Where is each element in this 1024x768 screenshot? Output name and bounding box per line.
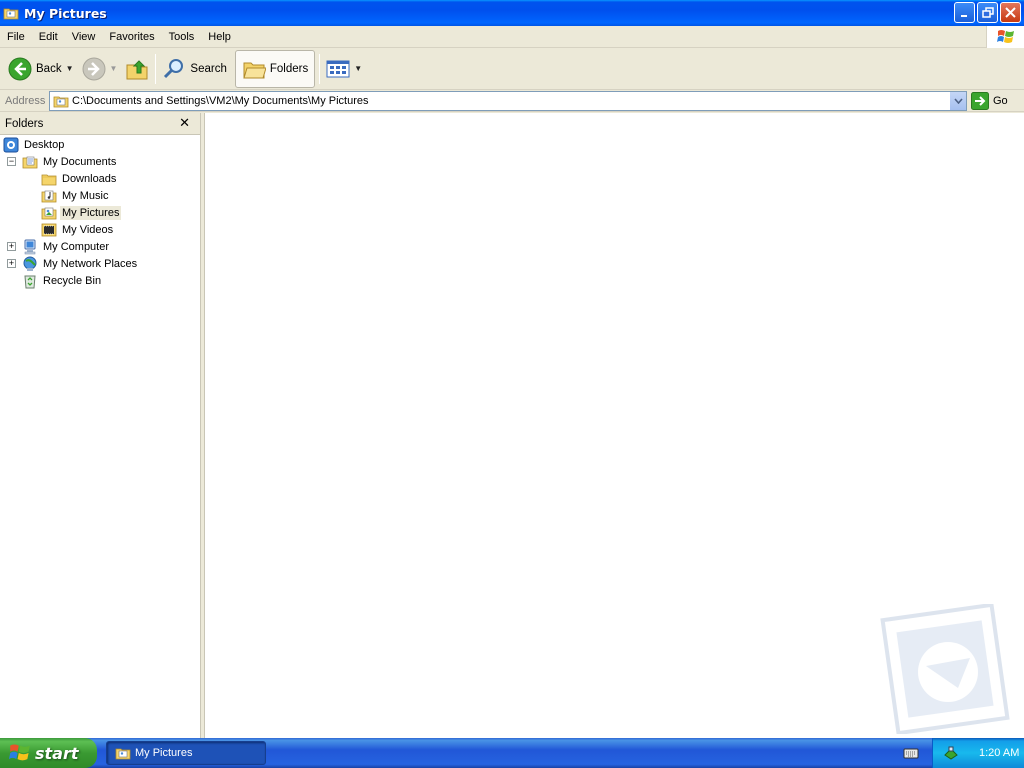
menu-tools[interactable]: Tools — [162, 31, 202, 43]
tree-item-my-network-places[interactable]: My Network Places — [22, 255, 139, 272]
tree-item-label: My Pictures — [60, 205, 122, 220]
pictures-watermark-icon — [880, 604, 1010, 734]
expand-toggle[interactable]: + — [7, 242, 16, 251]
network-icon — [23, 256, 37, 271]
close-icon — [1005, 7, 1016, 18]
taskbar: start My Pictures 1:20 AM — [0, 738, 1024, 768]
folders-pane: Folders ✕ Desktop − My Documents Downloa… — [0, 113, 201, 738]
tree-item-recycle-bin[interactable]: Recycle Bin — [22, 272, 103, 289]
pictures-folder-icon — [115, 748, 131, 760]
address-value: C:\Documents and Settings\VM2\My Documen… — [72, 95, 369, 107]
close-button[interactable] — [1000, 2, 1021, 23]
go-button[interactable]: Go — [971, 91, 1008, 111]
file-list-pane[interactable] — [204, 113, 1024, 738]
videos-folder-icon — [41, 223, 57, 236]
tree-item-label: Recycle Bin — [43, 274, 102, 287]
go-label: Go — [993, 95, 1008, 107]
tree-item-label: Downloads — [62, 172, 117, 185]
tree-item-downloads[interactable]: Downloads — [41, 170, 118, 187]
tree-item-label: My Computer — [43, 240, 110, 253]
tree-item-my-videos[interactable]: My Videos — [41, 221, 115, 238]
tree-item-label: My Network Places — [43, 257, 138, 270]
folders-pane-title: Folders — [5, 117, 44, 130]
minimize-icon — [960, 14, 967, 17]
computer-icon — [24, 239, 36, 254]
title-bar[interactable]: My Pictures — [0, 0, 1024, 26]
tree-item-label: My Music — [62, 189, 109, 202]
standard-toolbar: Back ▼ ▼ Search Folders ▼ — [0, 48, 1024, 90]
windows-flag-icon — [9, 744, 30, 761]
tree-item-my-computer[interactable]: My Computer — [22, 238, 111, 255]
address-input[interactable]: C:\Documents and Settings\VM2\My Documen… — [49, 91, 967, 111]
menu-favorites[interactable]: Favorites — [102, 31, 161, 43]
views-icon — [326, 60, 350, 77]
go-arrow-icon — [971, 92, 989, 110]
menu-file[interactable]: File — [0, 31, 32, 43]
toolbar-separator — [319, 53, 321, 84]
system-tray: 1:20 AM — [932, 738, 1024, 768]
tree-item-my-music[interactable]: My Music — [41, 187, 110, 204]
address-dropdown-button[interactable] — [949, 92, 966, 110]
my-documents-icon — [22, 156, 38, 168]
expand-toggle[interactable]: + — [7, 259, 16, 268]
toolbar-separator — [155, 53, 157, 84]
tree-item-label: My Documents — [43, 155, 117, 168]
start-button[interactable]: start — [0, 738, 97, 768]
menu-bar: File Edit View Favorites Tools Help — [0, 26, 1024, 48]
restore-button[interactable] — [977, 2, 998, 23]
menu-view[interactable]: View — [65, 31, 103, 43]
pictures-folder-icon — [41, 207, 57, 219]
network-status-icon[interactable] — [943, 745, 959, 761]
search-icon — [164, 58, 184, 78]
address-bar: Address C:\Documents and Settings\VM2\My… — [0, 90, 1024, 112]
collapse-toggle[interactable]: − — [7, 157, 16, 166]
search-button[interactable]: Search — [158, 51, 230, 87]
recycle-bin-icon — [24, 275, 36, 288]
restore-icon — [981, 6, 994, 18]
keyboard-icon[interactable] — [903, 745, 919, 761]
taskbar-item-my-pictures[interactable]: My Pictures — [106, 741, 266, 765]
back-dropdown-icon[interactable]: ▼ — [66, 64, 74, 73]
pictures-folder-icon — [3, 8, 19, 20]
tree-item-label: My Videos — [62, 223, 114, 236]
forward-button[interactable]: ▼ — [78, 51, 122, 87]
forward-dropdown-icon[interactable]: ▼ — [110, 64, 118, 73]
pictures-folder-icon — [53, 96, 69, 108]
start-label: start — [35, 743, 79, 763]
views-button[interactable]: ▼ — [322, 51, 366, 87]
views-dropdown-icon[interactable]: ▼ — [354, 64, 362, 73]
menu-help[interactable]: Help — [201, 31, 238, 43]
desktop-icon — [3, 137, 19, 152]
tree-item-label: Desktop — [24, 138, 65, 151]
back-arrow-icon — [8, 57, 32, 80]
address-label: Address — [5, 94, 46, 107]
folders-icon — [243, 62, 266, 78]
taskbar-item-label: My Pictures — [135, 747, 193, 759]
tree-item-desktop[interactable]: Desktop — [3, 136, 66, 153]
folders-button[interactable]: Folders — [234, 49, 316, 88]
minimize-button[interactable] — [954, 2, 975, 23]
folders-label: Folders — [269, 62, 309, 75]
close-pane-icon[interactable]: ✕ — [179, 115, 190, 131]
clock[interactable]: 1:20 AM — [979, 747, 1019, 759]
chevron-down-icon — [953, 98, 963, 104]
window-title: My Pictures — [24, 5, 107, 21]
search-label: Search — [190, 62, 227, 75]
back-button[interactable]: Back ▼ — [4, 51, 78, 87]
back-label: Back — [36, 62, 62, 75]
folder-icon — [41, 174, 57, 185]
menu-edit[interactable]: Edit — [32, 31, 65, 43]
up-folder-icon — [126, 59, 148, 79]
up-folder-button[interactable] — [121, 51, 153, 87]
forward-arrow-icon — [82, 57, 105, 80]
windows-logo — [986, 26, 1024, 48]
music-folder-icon — [41, 190, 57, 202]
tree-item-my-pictures[interactable]: My Pictures — [41, 204, 122, 221]
folders-pane-header: Folders ✕ — [0, 113, 200, 135]
tree-item-my-documents[interactable]: My Documents — [22, 153, 118, 170]
windows-flag-icon — [996, 30, 1014, 43]
